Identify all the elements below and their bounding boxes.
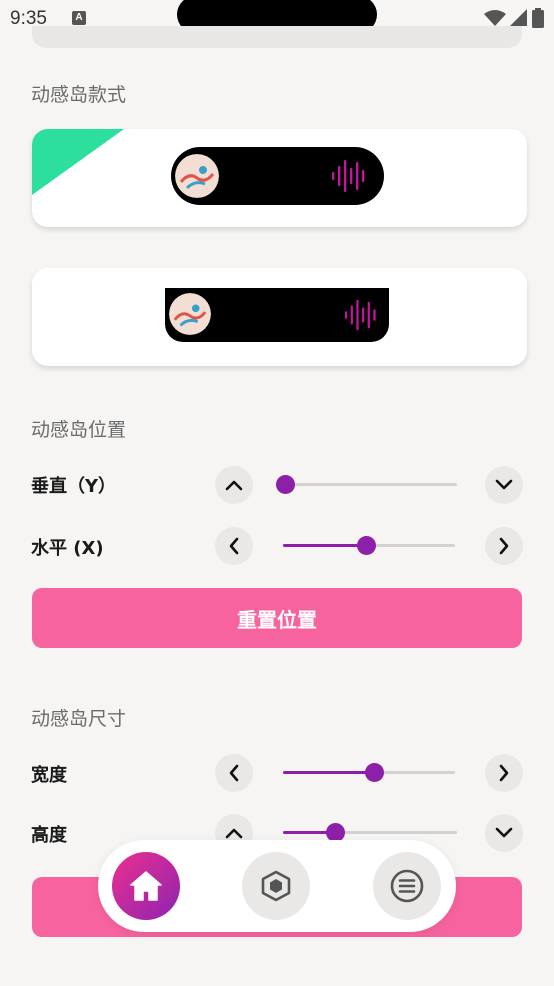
signal-icon [510, 9, 527, 26]
slider-thumb[interactable] [365, 763, 385, 782]
chevron-down-icon [495, 827, 513, 838]
island-preview-notch [165, 288, 389, 342]
slider-fill [283, 544, 366, 547]
chevron-left-icon [229, 537, 239, 555]
horizontal-left-button[interactable] [215, 527, 253, 565]
height-slider[interactable] [283, 823, 457, 842]
chevron-up-icon [225, 480, 243, 491]
chevron-left-icon [229, 764, 239, 782]
slider-thumb[interactable] [356, 536, 376, 555]
audio-wave-icon [332, 160, 365, 192]
status-icons [484, 8, 544, 28]
album-art-avatar [169, 293, 211, 335]
nav-cube-button[interactable] [242, 852, 310, 920]
nav-menu-button[interactable] [373, 852, 441, 920]
bottom-nav [98, 840, 456, 932]
notification-icon: A [72, 11, 86, 25]
home-icon [130, 871, 162, 901]
height-label: 高度 [31, 825, 67, 846]
vertical-slider[interactable] [276, 475, 457, 494]
reset-position-button[interactable]: 重置位置 [32, 588, 522, 648]
horizontal-label: 水平 (X) [31, 538, 104, 559]
vertical-label: 垂直（Y） [31, 476, 117, 497]
height-decrease-button[interactable] [485, 814, 523, 852]
width-slider[interactable] [283, 763, 455, 782]
battery-icon [532, 8, 544, 28]
wifi-icon [484, 10, 506, 26]
nav-home-button[interactable] [112, 852, 180, 920]
album-art-avatar [175, 154, 219, 198]
width-increase-button[interactable] [485, 754, 523, 792]
position-section-title: 动感岛位置 [31, 419, 127, 441]
chevron-right-icon [499, 764, 509, 782]
menu-icon [390, 869, 424, 903]
style-option-notch[interactable] [32, 268, 527, 366]
size-section-title: 动感岛尺寸 [31, 708, 127, 730]
horizontal-right-button[interactable] [485, 527, 523, 565]
chevron-right-icon [499, 537, 509, 555]
style-option-pill[interactable] [32, 129, 527, 227]
audio-wave-icon [345, 299, 376, 331]
selected-indicator [32, 129, 124, 195]
previous-card-edge [32, 26, 522, 48]
cube-icon [261, 870, 291, 902]
width-label: 宽度 [31, 765, 67, 786]
island-preview-pill [171, 147, 384, 205]
slider-thumb[interactable] [276, 475, 295, 494]
vertical-down-button[interactable] [485, 466, 523, 504]
chevron-down-icon [495, 479, 513, 490]
width-decrease-button[interactable] [215, 754, 253, 792]
style-section-title: 动感岛款式 [31, 84, 127, 106]
horizontal-slider[interactable] [283, 536, 455, 555]
chevron-up-icon [225, 828, 243, 839]
vertical-up-button[interactable] [215, 466, 253, 504]
slider-fill [283, 771, 375, 774]
